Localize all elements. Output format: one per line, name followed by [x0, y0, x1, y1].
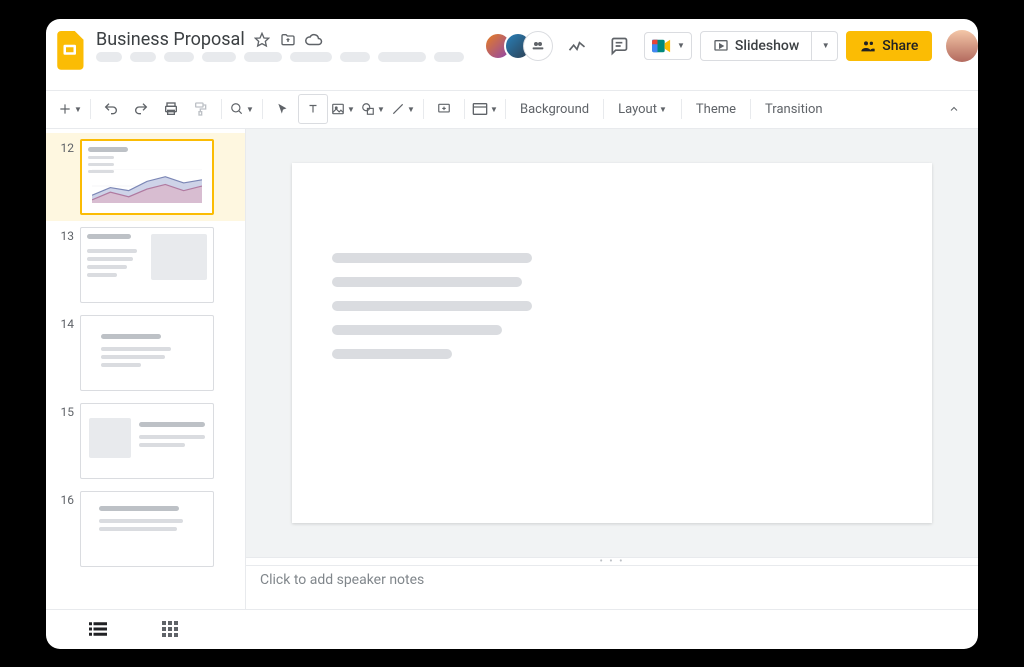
chevron-down-icon: ▼	[822, 41, 830, 50]
transition-button[interactable]: Transition	[757, 95, 831, 123]
comments-icon[interactable]	[602, 29, 636, 63]
slides-logo[interactable]	[56, 29, 86, 73]
chevron-down-icon: ▼	[74, 105, 82, 114]
slide-number: 12	[56, 139, 74, 155]
chevron-down-icon: ▼	[377, 105, 385, 114]
canvas-area: • • • Click to add speaker notes	[246, 129, 978, 609]
collapse-toolbar-icon[interactable]	[940, 95, 968, 123]
star-icon[interactable]	[251, 29, 273, 51]
new-slide-button[interactable]: ▼	[56, 95, 84, 123]
slide-thumbnail[interactable]: 15	[46, 397, 245, 485]
move-folder-icon[interactable]	[277, 29, 299, 51]
chevron-down-icon: ▼	[347, 105, 355, 114]
filmstrip-view-icon[interactable]	[86, 617, 110, 641]
slideshow-button[interactable]: Slideshow	[700, 31, 812, 61]
slide-thumbnail[interactable]: 14	[46, 309, 245, 397]
undo-button[interactable]	[97, 95, 125, 123]
comment-tool[interactable]	[430, 95, 458, 123]
slideshow-dropdown[interactable]: ▼	[812, 31, 838, 61]
header: Business Proposal	[46, 19, 978, 91]
meet-button[interactable]: ▼	[644, 32, 692, 60]
zoom-button[interactable]: ▼	[228, 95, 256, 123]
chevron-down-icon: ▼	[659, 105, 667, 114]
document-title[interactable]: Business Proposal	[96, 29, 245, 50]
print-button[interactable]	[157, 95, 185, 123]
background-button[interactable]: Background	[512, 95, 597, 123]
share-button[interactable]: Share	[846, 31, 932, 61]
redo-button[interactable]	[127, 95, 155, 123]
slide-thumbnail[interactable]: 16	[46, 485, 245, 573]
grid-view-icon[interactable]	[158, 617, 182, 641]
chevron-down-icon: ▼	[407, 105, 415, 114]
slide-thumbnail[interactable]: 12	[46, 133, 245, 221]
menu-bar[interactable]	[96, 52, 464, 62]
theme-button[interactable]: Theme	[688, 95, 744, 123]
anonymous-avatar[interactable]	[524, 32, 552, 60]
select-tool[interactable]	[269, 95, 297, 123]
filmstrip[interactable]: 12	[46, 129, 246, 609]
profile-avatar[interactable]	[946, 30, 978, 62]
image-tool[interactable]: ▼	[329, 95, 357, 123]
layout-button[interactable]: Layout▼	[610, 95, 675, 123]
slideshow-label: Slideshow	[735, 38, 799, 54]
activity-icon[interactable]	[560, 29, 594, 63]
collaborator-avatars[interactable]	[484, 32, 552, 60]
slide-number: 16	[56, 491, 74, 507]
footer	[46, 609, 978, 649]
slide-thumbnail[interactable]: 13	[46, 221, 245, 309]
slide-layout-tool[interactable]: ▼	[471, 95, 499, 123]
notes-resize-handle[interactable]: • • •	[246, 557, 978, 565]
title-block: Business Proposal	[96, 29, 464, 62]
workspace: 12	[46, 129, 978, 609]
shape-tool[interactable]: ▼	[359, 95, 387, 123]
speaker-notes[interactable]: Click to add speaker notes	[246, 565, 978, 609]
app-window: Business Proposal	[46, 19, 978, 649]
toolbar: ▼ ▼ ▼ ▼ ▼ ▼ Background Layout▼ Theme Tra…	[46, 91, 978, 129]
slide-number: 14	[56, 315, 74, 331]
cloud-saved-icon[interactable]	[303, 29, 325, 51]
slide-canvas[interactable]	[292, 163, 932, 523]
slide-number: 15	[56, 403, 74, 419]
paint-format-button[interactable]	[187, 95, 215, 123]
header-actions: ▼ Slideshow ▼ Share	[484, 29, 978, 63]
share-label: Share	[882, 38, 918, 54]
slide-number: 13	[56, 227, 74, 243]
textbox-tool[interactable]	[299, 95, 327, 123]
chevron-down-icon: ▼	[490, 105, 498, 114]
line-tool[interactable]: ▼	[389, 95, 417, 123]
chevron-down-icon: ▼	[246, 105, 254, 114]
chevron-down-icon: ▼	[677, 41, 685, 50]
